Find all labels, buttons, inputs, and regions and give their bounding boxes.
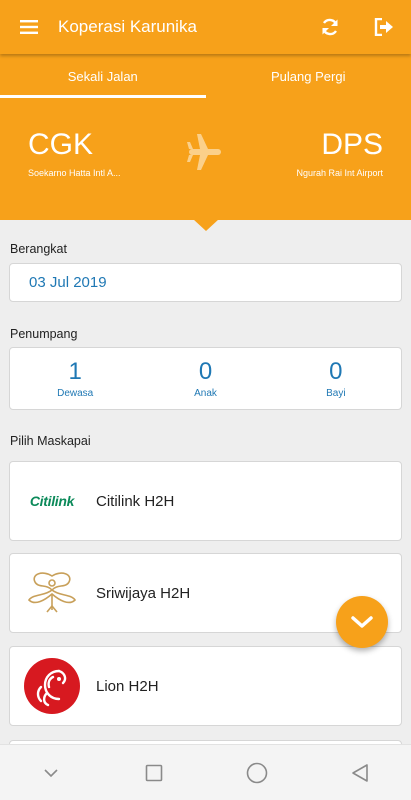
sriwijaya-logo bbox=[10, 553, 94, 633]
infant-count: 0 bbox=[329, 358, 343, 385]
trip-type-tabs: Sekali Jalan Pulang Pergi bbox=[0, 54, 411, 98]
airline-item-citilink[interactable]: Citilink Citilink H2H bbox=[9, 461, 402, 541]
departure-label: Berangkat bbox=[10, 242, 67, 256]
logout-button[interactable] bbox=[357, 0, 411, 54]
system-nav-bar bbox=[0, 744, 411, 800]
back-icon bbox=[351, 763, 368, 782]
child-count: 0 bbox=[198, 358, 213, 385]
hamburger-menu-icon bbox=[20, 20, 38, 34]
tab-sekali-jalan[interactable]: Sekali Jalan bbox=[0, 54, 206, 98]
airline-name-citilink: Citilink H2H bbox=[96, 492, 175, 510]
airline-name-lion: Lion H2H bbox=[96, 677, 159, 695]
airplane-icon bbox=[187, 134, 221, 170]
infant-count-selector[interactable]: 0 Bayi bbox=[271, 348, 401, 409]
tab-pulang-pergi[interactable]: Pulang Pergi bbox=[206, 54, 411, 98]
scroll-down-button[interactable] bbox=[336, 596, 388, 648]
menu-button[interactable] bbox=[0, 0, 58, 54]
passenger-selector: 1 Dewasa 0 Anak 0 Bayi bbox=[9, 347, 402, 410]
airline-label: Pilih Maskapai bbox=[10, 434, 91, 448]
lion-logo bbox=[10, 646, 94, 726]
app-bar: Koperasi Karunika bbox=[0, 0, 411, 54]
adult-caption: Dewasa bbox=[57, 388, 94, 399]
origin-code[interactable]: CGK bbox=[28, 128, 93, 162]
recents-icon bbox=[145, 764, 163, 781]
nav-recents-button[interactable] bbox=[124, 745, 184, 800]
departure-date-value: 03 Jul 2019 bbox=[29, 274, 107, 291]
sriwijaya-logo-icon bbox=[27, 572, 77, 613]
citilink-logo-text: Citilink bbox=[29, 493, 75, 509]
refresh-icon bbox=[322, 18, 338, 36]
adult-count: 1 bbox=[68, 358, 82, 385]
origin-name[interactable]: Soekarno Hatta Intl A... bbox=[28, 168, 121, 178]
destination-code[interactable]: DPS bbox=[321, 128, 383, 162]
app-title: Koperasi Karunika bbox=[58, 17, 197, 36]
home-icon bbox=[246, 762, 268, 783]
lion-logo-icon bbox=[24, 658, 80, 714]
adult-count-selector[interactable]: 1 Dewasa bbox=[10, 348, 140, 409]
passenger-label: Penumpang bbox=[10, 327, 78, 341]
infant-caption: Bayi bbox=[326, 388, 346, 399]
collapse-icon bbox=[44, 768, 58, 777]
child-count-selector[interactable]: 0 Anak bbox=[140, 348, 270, 409]
child-caption: Anak bbox=[194, 388, 217, 399]
destination-name[interactable]: Ngurah Rai Int Airport bbox=[296, 168, 383, 178]
airline-name-sriwijaya: Sriwijaya H2H bbox=[96, 584, 191, 602]
departure-date-field[interactable]: 03 Jul 2019 bbox=[9, 263, 402, 302]
refresh-button[interactable] bbox=[303, 0, 357, 54]
logout-icon bbox=[374, 18, 393, 36]
route-notch bbox=[193, 219, 219, 231]
nav-back-button[interactable] bbox=[330, 745, 390, 800]
chevron-down-icon bbox=[351, 616, 373, 628]
nav-collapse-button[interactable] bbox=[21, 745, 81, 800]
airline-item-lion[interactable]: Lion H2H bbox=[9, 646, 402, 726]
route-header: CGK Soekarno Hatta Intl A... DPS Ngurah … bbox=[0, 98, 411, 220]
nav-home-button[interactable] bbox=[227, 745, 287, 800]
citilink-logo: Citilink bbox=[10, 461, 94, 541]
